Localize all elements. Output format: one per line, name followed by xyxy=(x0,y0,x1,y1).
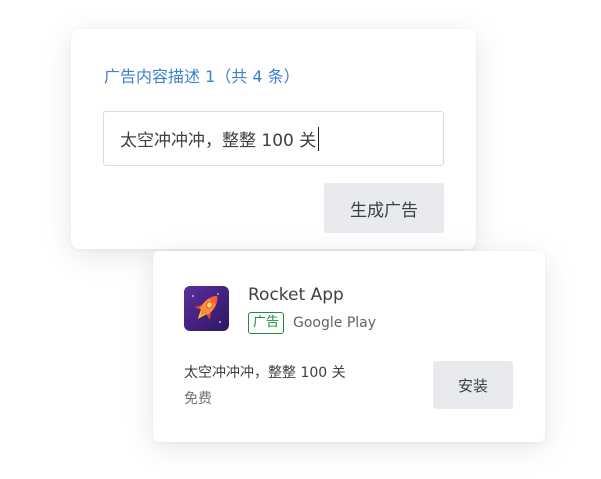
ad-description-card: 广告内容描述 1（共 4 条） 太空冲冲冲，整整 100 关 生成广告 xyxy=(71,29,476,249)
rocket-icon xyxy=(184,286,229,331)
app-name: Rocket App xyxy=(248,285,344,305)
ad-preview-description: 太空冲冲冲，整整 100 关 xyxy=(184,365,346,381)
generate-ad-button[interactable]: 生成广告 xyxy=(324,183,444,233)
price-label: 免费 xyxy=(184,391,212,407)
install-button[interactable]: 安装 xyxy=(433,361,513,409)
ad-description-title: 广告内容描述 1（共 4 条） xyxy=(104,67,300,86)
ad-description-input[interactable]: 太空冲冲冲，整整 100 关 xyxy=(103,111,444,166)
ad-description-value: 太空冲冲冲，整整 100 关 xyxy=(120,131,317,151)
page: 广告内容描述 1（共 4 条） 太空冲冲冲，整整 100 关 生成广告 Rock… xyxy=(0,0,601,479)
ad-meta-row: 广告 Google Play xyxy=(248,312,376,334)
ad-badge: 广告 xyxy=(248,312,285,334)
store-name: Google Play xyxy=(293,315,377,331)
text-caret xyxy=(318,126,320,151)
ad-preview-card: Rocket App 广告 Google Play 太空冲冲冲，整整 100 关… xyxy=(153,251,545,442)
